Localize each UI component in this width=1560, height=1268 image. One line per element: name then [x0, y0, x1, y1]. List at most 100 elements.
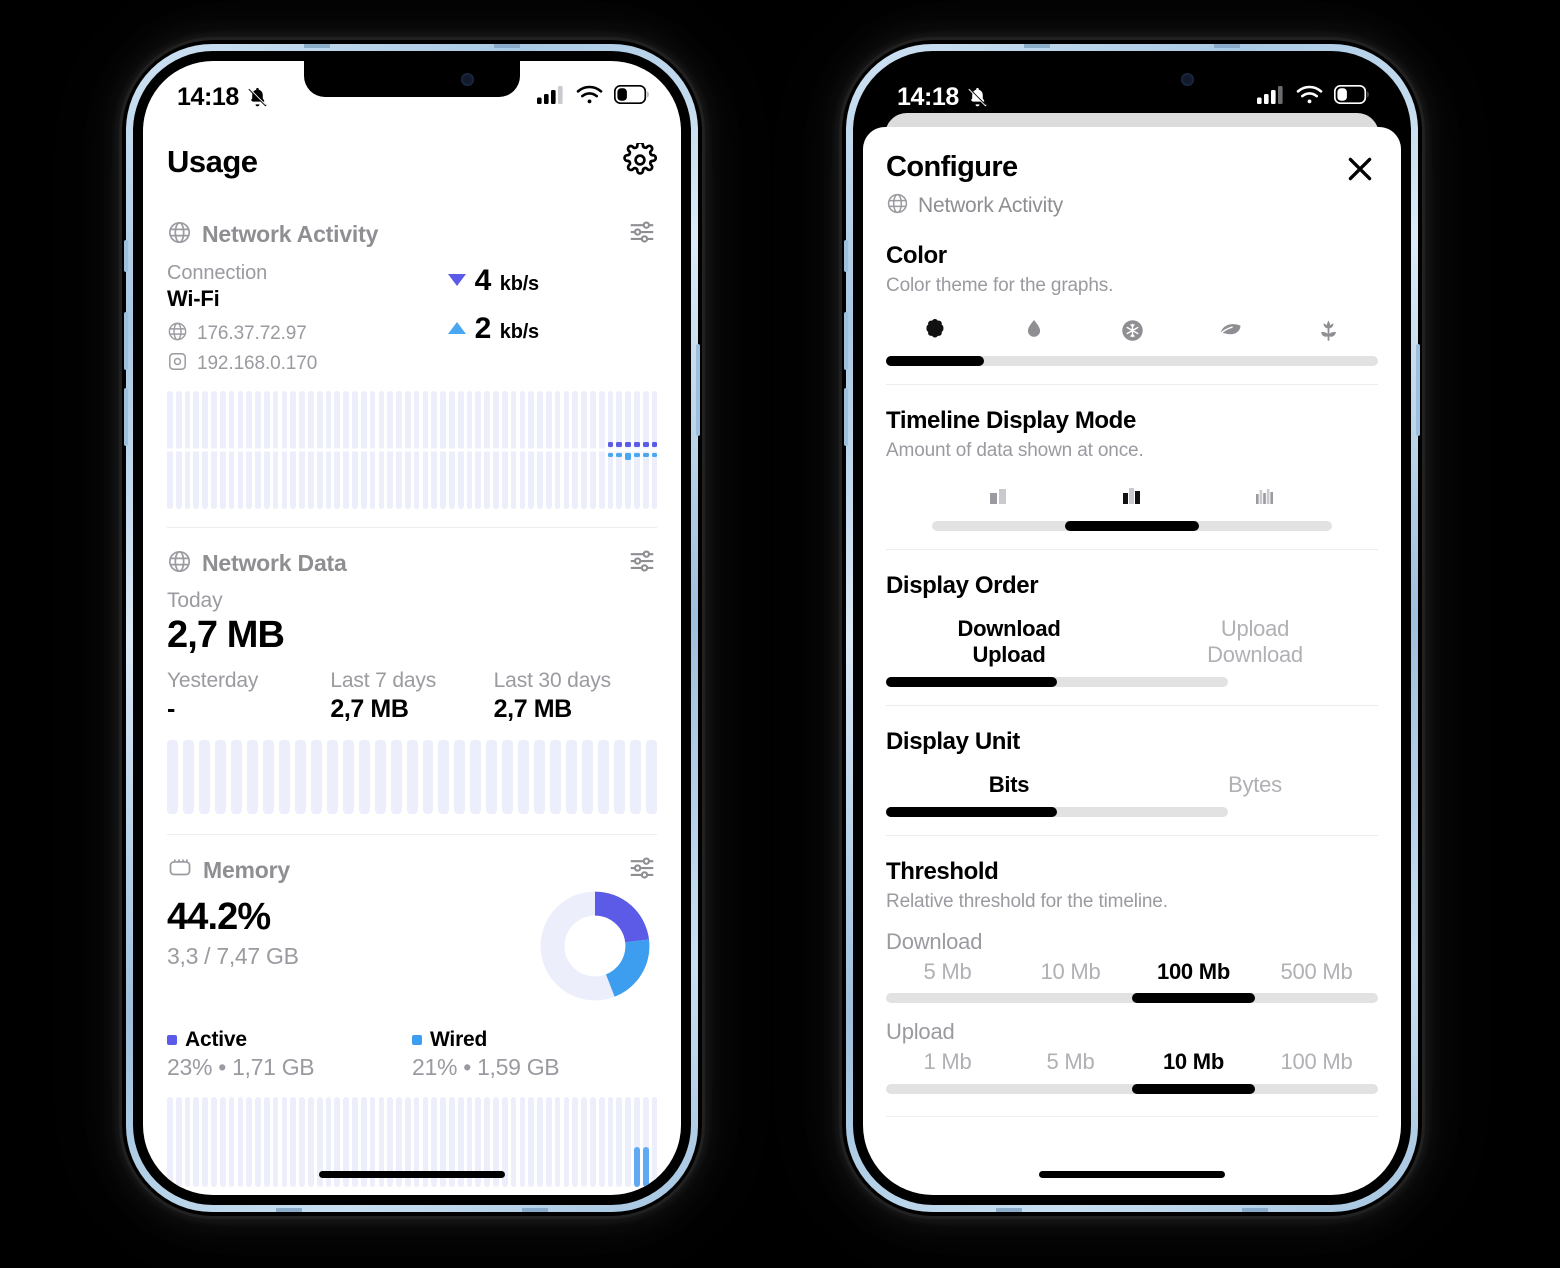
volume-down-button[interactable] [124, 388, 128, 446]
display-unit-slider-track[interactable] [886, 806, 1228, 817]
threshold-upload-option[interactable]: 5 Mb [1009, 1049, 1132, 1075]
chart-bar [263, 1097, 270, 1187]
data-cell-value: 2,7 MB [330, 695, 409, 723]
display-order-option-download-upload[interactable]: Download Upload [886, 616, 1132, 668]
timeline-mode-segmented-control[interactable] [886, 478, 1378, 531]
screenshot-stage: 14:18 Usage Network Activity Connection … [0, 0, 1560, 1268]
chart-bar [572, 1097, 579, 1187]
threshold-download-slider-track[interactable] [886, 993, 1378, 1004]
front-camera-icon [461, 73, 474, 86]
chart-bar [214, 740, 226, 814]
status-time: 14:18 [897, 82, 959, 111]
color-segmented-control[interactable] [886, 313, 1378, 366]
display-order-line1: Upload [1220, 616, 1290, 641]
threshold-download-option[interactable]: 10 Mb [1009, 959, 1132, 985]
volume-down-button[interactable] [844, 388, 848, 446]
memory-chip-icon [167, 855, 193, 886]
download-speed-row: 4 kb/s [447, 264, 539, 298]
sliders-icon[interactable] [627, 853, 657, 888]
color-option-tulip[interactable] [1280, 313, 1378, 347]
threshold-download-option[interactable]: 100 Mb [1132, 959, 1255, 985]
chart-bar [262, 740, 274, 814]
status-bar-left: 14:18 [177, 83, 269, 112]
chart-bar [182, 740, 194, 814]
chart-bar [537, 1097, 543, 1187]
silent-switch[interactable] [844, 240, 848, 272]
color-slider-thumb[interactable] [886, 356, 985, 366]
home-indicator[interactable] [1039, 1171, 1225, 1178]
section-header: Network Activity [167, 207, 657, 252]
section-network-activity: Network Activity Connection Wi-Fi 176.37… [167, 199, 657, 523]
color-option-leaf[interactable] [1181, 313, 1279, 347]
antenna-line [1024, 44, 1050, 48]
threshold-upload-option[interactable]: 1 Mb [886, 1049, 1009, 1075]
display-unit-slider-thumb[interactable] [886, 806, 1057, 817]
upload-speed-row: 2 kb/s [447, 312, 539, 346]
close-icon[interactable] [1342, 151, 1378, 192]
threshold-download-segmented-control[interactable]: 5 Mb 10 Mb 100 Mb 500 Mb [886, 959, 1378, 1004]
antenna-line [1242, 1208, 1268, 1212]
timeline-mode-slider-thumb[interactable] [1065, 521, 1199, 531]
display-unit-segmented-control[interactable]: Bits Bytes [886, 772, 1378, 817]
chart-bar [175, 1097, 182, 1187]
threshold-upload-segmented-control[interactable]: 1 Mb 5 Mb 10 Mb 100 Mb [886, 1049, 1378, 1095]
threshold-option-label: 500 Mb [1280, 958, 1353, 984]
display-order-slider-thumb[interactable] [886, 676, 1057, 687]
power-button[interactable] [696, 344, 700, 436]
threshold-download-option[interactable]: 5 Mb [886, 959, 1009, 985]
display-order-slider-track[interactable] [886, 676, 1228, 687]
display-unit-option-bits[interactable]: Bits [886, 772, 1132, 798]
color-option-flower-seal[interactable] [886, 313, 984, 347]
volume-up-button[interactable] [844, 312, 848, 370]
group-heading: Display Order [886, 572, 1039, 599]
upload-arrow-icon [447, 322, 466, 334]
threshold-upload-option[interactable]: 100 Mb [1255, 1049, 1378, 1075]
group-heading: Threshold [886, 857, 999, 885]
display-order-segmented-control[interactable]: Download Upload Upload Download [886, 616, 1378, 687]
sliders-icon[interactable] [627, 217, 657, 252]
chart-bar [237, 1097, 244, 1187]
timeline-mode-slider-track[interactable] [932, 521, 1332, 531]
bell-slash-icon [966, 86, 989, 109]
data-cell-label: Last 7 days [330, 669, 437, 692]
globe-icon [886, 192, 909, 220]
chart-bar [528, 1097, 535, 1187]
threshold-upload-slider-track[interactable] [886, 1084, 1378, 1095]
chart-bar [390, 740, 402, 814]
sliders-icon[interactable] [627, 546, 657, 581]
silent-switch[interactable] [124, 240, 128, 272]
chart-bar [228, 1097, 235, 1187]
color-option-snowflake[interactable] [1083, 313, 1181, 347]
chart-bar [167, 740, 178, 814]
threshold-upload-slider-thumb[interactable] [1132, 1084, 1255, 1095]
chart-bar [651, 1097, 657, 1187]
volume-up-button[interactable] [124, 312, 128, 370]
chart-bar [374, 740, 386, 814]
threshold-upload-option[interactable]: 10 Mb [1132, 1049, 1255, 1075]
antenna-line [276, 1208, 302, 1212]
chart-bar [598, 740, 610, 814]
timeline-mode-option-medium[interactable] [1065, 478, 1198, 512]
color-options [886, 313, 1378, 347]
color-slider-track[interactable] [886, 356, 1378, 366]
threshold-download-slider-thumb[interactable] [1132, 993, 1255, 1004]
sheet-divider [886, 1116, 1378, 1118]
router-icon [167, 351, 188, 377]
display-unit-option-bytes[interactable]: Bytes [1132, 772, 1378, 798]
phone-left: 14:18 Usage Network Activity Connection … [124, 44, 700, 1212]
group-description: Color theme for the graphs. [886, 275, 1114, 296]
threshold-download-option[interactable]: 500 Mb [1255, 959, 1378, 985]
display-order-label: Download Upload [957, 616, 1060, 668]
sheet-header: Configure Network Activity [886, 127, 1378, 220]
color-option-droplet[interactable] [984, 313, 1082, 347]
timeline-mode-option-fine[interactable] [1199, 478, 1332, 512]
chart-bar [582, 740, 594, 814]
power-button[interactable] [1416, 344, 1420, 436]
chart-bar [630, 740, 642, 814]
battery-icon [613, 84, 650, 109]
display-order-option-upload-download[interactable]: Upload Download [1132, 616, 1378, 668]
gear-icon[interactable] [623, 140, 657, 182]
timeline-mode-option-coarse[interactable] [932, 478, 1065, 512]
display-order-label: Upload Download [1207, 616, 1303, 668]
home-indicator[interactable] [319, 1171, 505, 1178]
